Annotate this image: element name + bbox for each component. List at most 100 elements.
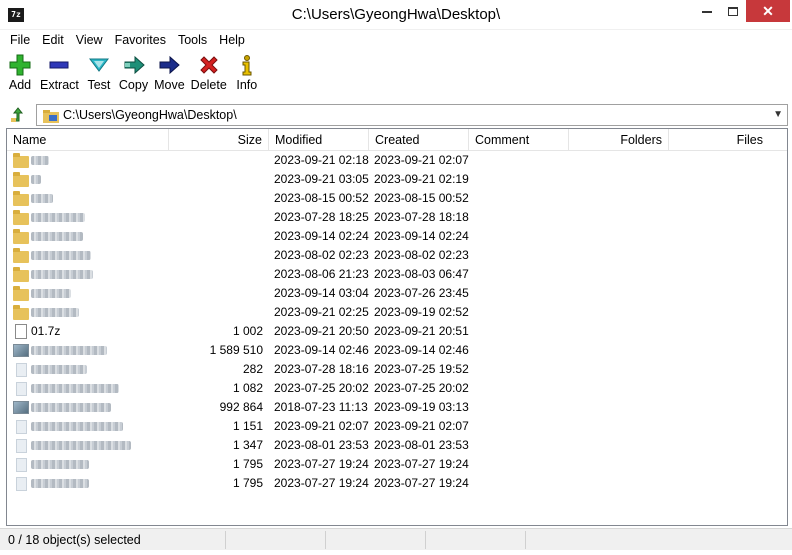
column-name[interactable]: Name bbox=[7, 129, 169, 151]
copy-icon bbox=[120, 52, 148, 78]
status-bar: 0 / 18 object(s) selected bbox=[0, 528, 792, 550]
table-row[interactable]: 282 2023-07-28 18:16 2023-07-25 19:52 bbox=[7, 360, 787, 379]
file-created: 2023-09-21 02:07 bbox=[374, 419, 469, 433]
move-label: Move bbox=[154, 78, 185, 92]
status-divider bbox=[225, 531, 226, 549]
folder-icon bbox=[13, 248, 29, 263]
table-row[interactable]: 1 151 2023-09-21 02:07 2023-09-21 02:07 bbox=[7, 417, 787, 436]
extract-icon bbox=[45, 52, 73, 78]
file-modified: 2023-08-15 00:52 bbox=[274, 191, 369, 205]
table-row[interactable]: 992 864 2018-07-23 11:13 2023-09-19 03:13 bbox=[7, 398, 787, 417]
redacted-filename bbox=[31, 346, 107, 355]
address-row: C:\Users\GyeongHwa\Desktop\ ▼ bbox=[0, 102, 792, 128]
file-name: 01.7z bbox=[31, 324, 61, 338]
table-row[interactable]: 2023-09-21 02:18 2023-09-21 02:07 bbox=[7, 151, 787, 170]
redacted-filename bbox=[31, 479, 89, 488]
table-row[interactable]: 2023-07-28 18:25 2023-07-28 18:18 bbox=[7, 208, 787, 227]
file-created: 2023-09-14 02:46 bbox=[374, 343, 469, 357]
table-row[interactable]: 2023-09-21 02:25 2023-09-19 02:52 bbox=[7, 303, 787, 322]
address-bar[interactable]: C:\Users\GyeongHwa\Desktop\ ▼ bbox=[36, 104, 788, 126]
redacted-filename bbox=[31, 232, 83, 241]
move-button[interactable]: Move bbox=[154, 52, 185, 98]
column-size[interactable]: Size bbox=[169, 129, 269, 151]
table-row[interactable]: 2023-09-21 03:05 2023-09-21 02:19 bbox=[7, 170, 787, 189]
add-button[interactable]: Add bbox=[6, 52, 34, 98]
extract-button[interactable]: Extract bbox=[40, 52, 79, 98]
redacted-filename bbox=[31, 403, 111, 412]
folder-icon bbox=[13, 153, 29, 168]
table-row[interactable]: 1 795 2023-07-27 19:24 2023-07-27 19:24 bbox=[7, 455, 787, 474]
table-row[interactable]: 2023-08-02 02:23 2023-08-02 02:23 bbox=[7, 246, 787, 265]
file-list[interactable]: Name Size Modified Created Comment Folde… bbox=[6, 128, 788, 526]
toolbar: Add Extract Test Copy Move Delete Info bbox=[0, 52, 267, 98]
table-row[interactable]: 2023-08-15 00:52 2023-08-15 00:52 bbox=[7, 189, 787, 208]
test-icon bbox=[85, 52, 113, 78]
table-row[interactable]: 1 347 2023-08-01 23:53 2023-08-01 23:53 bbox=[7, 436, 787, 455]
test-button[interactable]: Test bbox=[85, 52, 113, 98]
delete-label: Delete bbox=[190, 78, 227, 92]
copy-label: Copy bbox=[118, 78, 149, 92]
file-size: 1 795 bbox=[232, 457, 263, 471]
file-modified: 2023-09-14 03:04 bbox=[274, 286, 369, 300]
column-created[interactable]: Created bbox=[369, 129, 469, 151]
file-size: 1 002 bbox=[232, 324, 263, 338]
document-icon bbox=[13, 419, 29, 434]
selection-status: 0 / 18 object(s) selected bbox=[8, 533, 141, 547]
file-size: 992 864 bbox=[219, 400, 263, 414]
chevron-down-icon[interactable]: ▼ bbox=[773, 109, 783, 120]
image-file-icon bbox=[13, 343, 29, 358]
document-icon bbox=[13, 457, 29, 472]
folder-icon bbox=[13, 286, 29, 301]
folder-icon bbox=[13, 191, 29, 206]
up-folder-button[interactable] bbox=[8, 105, 28, 125]
table-row[interactable]: 1 082 2023-07-25 20:02 2023-07-25 20:02 bbox=[7, 379, 787, 398]
menu-file[interactable]: File bbox=[4, 30, 36, 50]
menu-tools[interactable]: Tools bbox=[172, 30, 213, 50]
file-created: 2023-09-14 02:24 bbox=[374, 229, 469, 243]
file-modified: 2023-07-28 18:16 bbox=[274, 362, 369, 376]
title-bar: 7z C:\Users\GyeongHwa\Desktop\ ✕ bbox=[0, 0, 792, 30]
add-label: Add bbox=[8, 78, 32, 92]
column-folders[interactable]: Folders bbox=[569, 129, 669, 151]
maximize-button[interactable] bbox=[720, 0, 746, 22]
document-icon bbox=[13, 381, 29, 396]
image-file-icon bbox=[13, 400, 29, 415]
table-row[interactable]: 2023-09-14 02:24 2023-09-14 02:24 bbox=[7, 227, 787, 246]
file-modified: 2023-09-14 02:24 bbox=[274, 229, 369, 243]
menu-help[interactable]: Help bbox=[213, 30, 251, 50]
menu-edit[interactable]: Edit bbox=[36, 30, 70, 50]
folder-icon bbox=[13, 210, 29, 225]
table-row[interactable]: 1 795 2023-07-27 19:24 2023-07-27 19:24 bbox=[7, 474, 787, 493]
redacted-filename bbox=[31, 460, 89, 469]
menu-favorites[interactable]: Favorites bbox=[109, 30, 172, 50]
file-created: 2023-07-25 20:02 bbox=[374, 381, 469, 395]
delete-button[interactable]: Delete bbox=[191, 52, 227, 98]
table-row[interactable]: 01.7z 1 002 2023-09-21 20:50 2023-09-21 20:… bbox=[7, 322, 787, 341]
close-button[interactable]: ✕ bbox=[746, 0, 790, 22]
redacted-filename bbox=[31, 384, 119, 393]
file-modified: 2023-08-01 23:53 bbox=[274, 438, 369, 452]
file-created: 2023-07-27 19:24 bbox=[374, 476, 469, 490]
document-icon bbox=[13, 476, 29, 491]
redacted-filename bbox=[31, 308, 79, 317]
redacted-filename bbox=[31, 441, 131, 450]
file-modified: 2023-08-02 02:23 bbox=[274, 248, 369, 262]
column-comment[interactable]: Comment bbox=[469, 129, 569, 151]
folder-icon bbox=[13, 267, 29, 282]
column-modified[interactable]: Modified bbox=[269, 129, 369, 151]
file-modified: 2023-09-21 02:18 bbox=[274, 153, 369, 167]
table-row[interactable]: 1 589 510 2023-09-14 02:46 2023-09-14 02:4… bbox=[7, 341, 787, 360]
minimize-button[interactable] bbox=[694, 0, 720, 22]
file-created: 2023-08-02 02:23 bbox=[374, 248, 469, 262]
file-created: 2023-08-15 00:52 bbox=[374, 191, 469, 205]
file-size: 1 082 bbox=[232, 381, 263, 395]
info-button[interactable]: Info bbox=[233, 52, 261, 98]
menu-view[interactable]: View bbox=[70, 30, 109, 50]
table-row[interactable]: 2023-08-06 21:23 2023-08-03 06:47 bbox=[7, 265, 787, 284]
column-files[interactable]: Files bbox=[669, 129, 769, 151]
file-rows: 2023-09-21 02:18 2023-09-21 02:07 2023-09-… bbox=[7, 151, 787, 493]
file-modified: 2023-09-21 02:07 bbox=[274, 419, 369, 433]
table-row[interactable]: 2023-09-14 03:04 2023-07-26 23:45 bbox=[7, 284, 787, 303]
redacted-filename bbox=[31, 213, 85, 222]
copy-button[interactable]: Copy bbox=[119, 52, 148, 98]
